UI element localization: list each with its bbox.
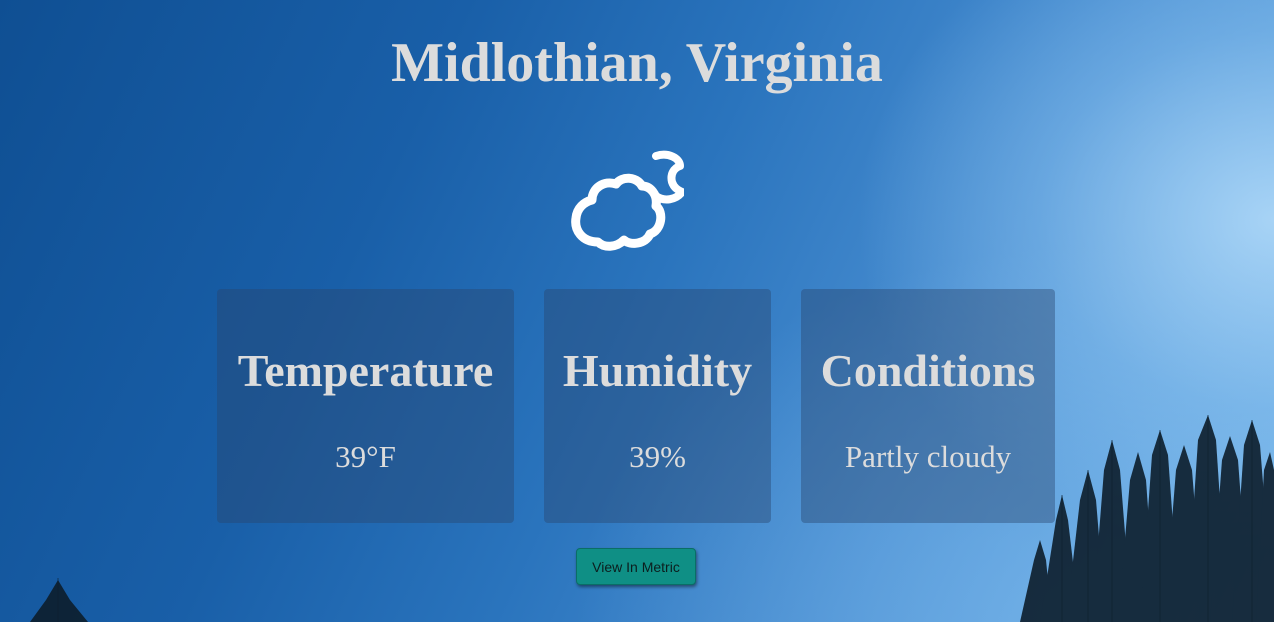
humidity-value: 39% <box>629 439 686 474</box>
humidity-card: Humidity 39% <box>544 289 771 523</box>
location-title: Midlothian, Virginia <box>391 32 883 94</box>
view-in-metric-button[interactable]: View In Metric <box>576 548 696 585</box>
temperature-card: Temperature 39°F <box>217 289 514 523</box>
temperature-value: 39°F <box>335 439 396 474</box>
conditions-card: Conditions Partly cloudy <box>801 289 1055 523</box>
humidity-label: Humidity <box>562 345 753 396</box>
partly-cloudy-night-icon <box>571 150 684 251</box>
conditions-value: Partly cloudy <box>844 439 1012 474</box>
conditions-label: Conditions <box>820 345 1036 396</box>
temperature-label: Temperature <box>237 345 494 396</box>
